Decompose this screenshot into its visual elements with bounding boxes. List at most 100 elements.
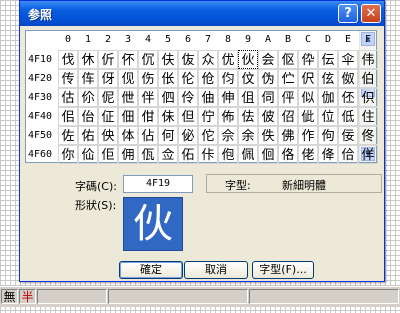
char-cell[interactable]: 佒 — [98, 126, 118, 145]
char-cell[interactable]: 伹 — [238, 88, 258, 107]
char-cell[interactable]: 佚 — [258, 126, 278, 145]
code-field[interactable]: 4F19 — [123, 175, 193, 193]
char-cell[interactable]: 伧 — [198, 69, 218, 88]
char-cell[interactable]: 伦 — [178, 69, 198, 88]
char-cell[interactable]: 佐 — [58, 126, 78, 145]
char-cell[interactable]: 佋 — [278, 107, 298, 126]
char-cell[interactable]: 佤 — [138, 145, 158, 164]
char-cell[interactable]: 但 — [178, 107, 198, 126]
char-cell[interactable]: 位 — [318, 107, 338, 126]
char-cell[interactable]: 伿 — [358, 88, 378, 107]
char-cell[interactable]: 伙 — [238, 50, 258, 69]
char-cell[interactable]: 余 — [238, 126, 258, 145]
char-cell[interactable]: 佨 — [218, 145, 238, 164]
char-cell[interactable]: 佧 — [198, 145, 218, 164]
char-cell[interactable]: 伲 — [98, 88, 118, 107]
char-cell[interactable]: 佈 — [218, 107, 238, 126]
char-cell[interactable]: 佑 — [78, 126, 98, 145]
char-cell[interactable]: 佁 — [78, 107, 98, 126]
char-cell[interactable]: 伮 — [338, 69, 358, 88]
char-cell[interactable]: 伡 — [78, 69, 98, 88]
char-cell[interactable]: 佪 — [258, 145, 278, 164]
char-cell[interactable]: 伛 — [278, 50, 298, 69]
close-button[interactable]: ✕ — [361, 4, 381, 23]
char-cell[interactable]: 伽 — [318, 88, 338, 107]
char-cell[interactable]: 伨 — [218, 69, 238, 88]
char-cell[interactable]: 佗 — [198, 126, 218, 145]
char-cell[interactable]: 伜 — [298, 50, 318, 69]
char-cell[interactable]: 佛 — [278, 126, 298, 145]
char-cell[interactable]: 佊 — [258, 107, 278, 126]
char-cell[interactable]: 佂 — [98, 107, 118, 126]
char-cell[interactable]: 休 — [78, 50, 98, 69]
char-cell[interactable]: 佞 — [338, 126, 358, 145]
char-cell[interactable]: 伖 — [178, 50, 198, 69]
char-cell[interactable]: 佩 — [238, 145, 258, 164]
char-cell[interactable]: 伟 — [358, 50, 378, 69]
char-cell[interactable]: 佬 — [298, 145, 318, 164]
status-cell-width[interactable]: 半 — [19, 289, 36, 304]
char-cell[interactable]: 佥 — [158, 145, 178, 164]
char-cell[interactable]: 伓 — [118, 50, 138, 69]
char-cell[interactable]: 佅 — [158, 107, 178, 126]
char-cell[interactable]: 佔 — [138, 126, 158, 145]
char-cell[interactable]: 低 — [338, 107, 358, 126]
char-cell[interactable]: 伳 — [118, 88, 138, 107]
char-cell[interactable]: 伱 — [78, 88, 98, 107]
char-cell[interactable]: 伭 — [318, 69, 338, 88]
char-cell[interactable]: 伝 — [318, 50, 338, 69]
char-cell[interactable]: 伫 — [278, 69, 298, 88]
char-cell[interactable]: 作 — [298, 126, 318, 145]
char-cell[interactable]: 伔 — [138, 50, 158, 69]
char-cell[interactable]: 优 — [218, 50, 238, 69]
help-button[interactable]: ? — [338, 4, 358, 23]
char-cell[interactable]: 伺 — [258, 88, 278, 107]
char-cell[interactable]: 佭 — [318, 145, 338, 164]
char-cell[interactable]: 伣 — [118, 69, 138, 88]
char-cell[interactable]: 伵 — [158, 88, 178, 107]
char-cell[interactable]: 佖 — [178, 126, 198, 145]
char-cell[interactable]: 伾 — [338, 88, 358, 107]
char-cell[interactable]: 佟 — [358, 126, 378, 145]
char-cell[interactable]: 估 — [58, 88, 78, 107]
char-cell[interactable]: 佉 — [238, 107, 258, 126]
char-cell[interactable]: 佘 — [218, 126, 238, 145]
char-cell[interactable]: 伕 — [158, 50, 178, 69]
char-cell[interactable]: 你 — [58, 145, 78, 164]
cancel-button[interactable]: 取消 — [184, 261, 248, 279]
char-cell[interactable]: 伐 — [58, 50, 78, 69]
char-cell[interactable]: 佢 — [98, 145, 118, 164]
char-cell[interactable]: 伬 — [298, 69, 318, 88]
status-cell-mode[interactable]: 無 — [1, 289, 18, 304]
char-cell[interactable]: 伤 — [138, 69, 158, 88]
char-cell[interactable]: 佯 — [358, 145, 378, 164]
char-cell[interactable]: 伥 — [158, 69, 178, 88]
char-cell[interactable]: 佇 — [198, 107, 218, 126]
char-cell[interactable]: 伞 — [338, 50, 358, 69]
ok-button[interactable]: 確定 — [119, 261, 183, 279]
char-cell[interactable]: 会 — [258, 50, 278, 69]
char-cell[interactable]: 伻 — [278, 88, 298, 107]
char-cell[interactable]: 佀 — [58, 107, 78, 126]
char-cell[interactable]: 佝 — [318, 126, 338, 145]
char-cell[interactable]: 伶 — [178, 88, 198, 107]
char-cell[interactable]: 伢 — [98, 69, 118, 88]
char-cell[interactable]: 何 — [158, 126, 178, 145]
char-cell[interactable]: 伒 — [98, 50, 118, 69]
char-cell[interactable]: 众 — [198, 50, 218, 69]
char-cell[interactable]: 佫 — [278, 145, 298, 164]
char-cell[interactable]: 伯 — [358, 69, 378, 88]
title-bar[interactable]: 参照 ? ✕ — [20, 1, 384, 26]
char-cell[interactable]: 伸 — [218, 88, 238, 107]
char-cell[interactable]: 伩 — [238, 69, 258, 88]
char-cell[interactable]: 佣 — [118, 145, 138, 164]
char-cell[interactable]: 佌 — [298, 107, 318, 126]
font-button[interactable]: 字型(F)... — [252, 261, 314, 279]
char-cell[interactable]: 体 — [118, 126, 138, 145]
char-cell[interactable]: 伴 — [138, 88, 158, 107]
char-cell[interactable]: 佦 — [178, 145, 198, 164]
char-cell[interactable]: 伷 — [198, 88, 218, 107]
char-cell[interactable]: 住 — [358, 107, 378, 126]
char-cell[interactable]: 似 — [298, 88, 318, 107]
char-cell[interactable]: 传 — [58, 69, 78, 88]
